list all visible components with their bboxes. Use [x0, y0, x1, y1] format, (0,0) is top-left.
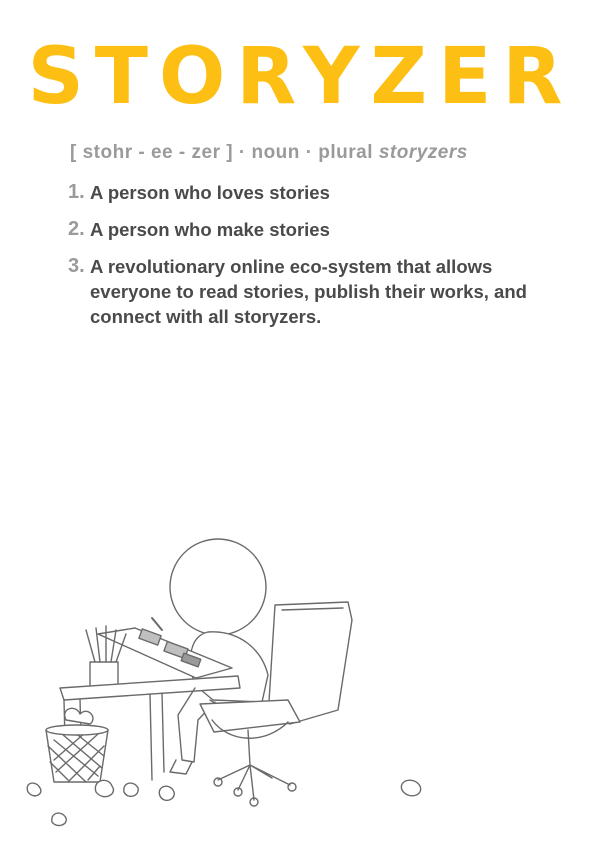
- crumpled-paper: [123, 782, 139, 798]
- crumpled-paper: [51, 812, 67, 827]
- definitions-list: 1. A person who loves stories 2. A perso…: [68, 180, 548, 341]
- definition-item: 2. A person who make stories: [68, 217, 548, 242]
- page-title: STORYZER: [27, 32, 574, 122]
- crumpled-paper: [26, 782, 42, 797]
- crumpled-paper: [64, 707, 94, 725]
- chair-seat: [199, 699, 301, 733]
- plural-form: storyzers: [378, 142, 468, 163]
- definition-text: A revolutionary online eco-system that a…: [90, 256, 527, 327]
- pronunciation-line: [ stohr - ee - zer ] · noun · plural sto…: [70, 142, 468, 164]
- crumpled-paper: [158, 785, 175, 802]
- head: [169, 538, 267, 636]
- definition-text: A person who loves stories: [90, 182, 330, 203]
- crumpled-paper: [94, 779, 115, 798]
- writer-at-desk-illustration: [26, 538, 422, 827]
- crumpled-paper: [400, 779, 422, 797]
- separator: ·: [238, 142, 246, 163]
- separator: ·: [305, 142, 313, 163]
- phonetic: [ stohr - ee - zer ]: [70, 142, 234, 163]
- plural-label: plural: [318, 142, 374, 163]
- definition-number: 1.: [68, 181, 85, 203]
- part-of-speech: noun: [251, 142, 300, 163]
- definition-text: A person who make stories: [90, 219, 330, 240]
- definition-item: 1. A person who loves stories: [68, 180, 548, 205]
- definition-number: 2.: [68, 218, 85, 240]
- definition-item: 3. A revolutionary online eco-system tha…: [68, 254, 548, 329]
- definition-number: 3.: [68, 255, 85, 277]
